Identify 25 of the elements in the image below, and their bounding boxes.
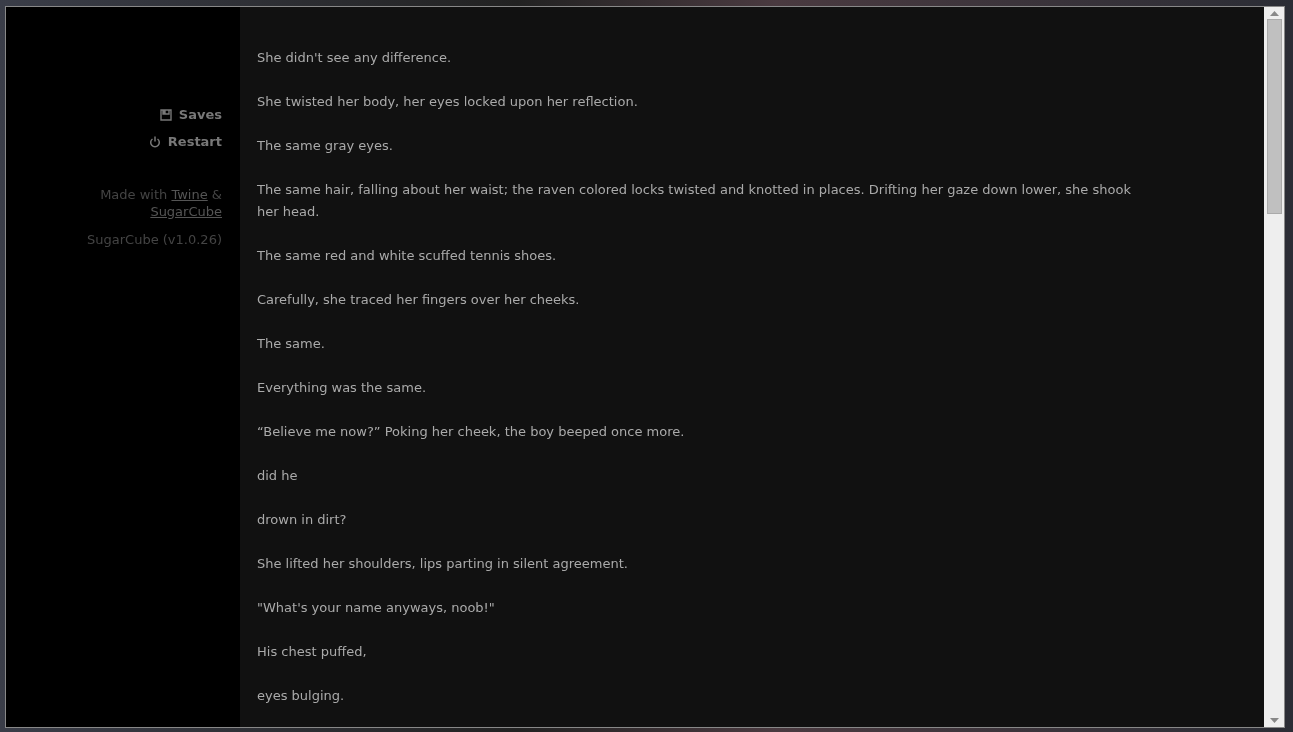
scroll-down-icon[interactable] (1269, 718, 1279, 723)
passage-paragraph: The same. (257, 335, 326, 353)
passage-paragraph: She twisted her body, her eyes locked upon her reflection. (257, 93, 639, 111)
scroll-up-icon[interactable] (1269, 11, 1279, 16)
credit-text: Made with Twine & SugarCube (99, 186, 222, 220)
credit-link[interactable]: Twine (171, 187, 208, 202)
passage-paragraph: "What's your name anyways, noob!" (257, 599, 496, 617)
passage-paragraph: Carefully, she traced her fingers over her cheeks. (257, 291, 581, 309)
passage-paragraph: The same hair, falling about her waist; the raven colored locks twisted and knotted in places. Drifting her gaze down lower, she shook her head. (257, 181, 1132, 221)
passage-paragraph: Everything was the same. (257, 379, 428, 397)
passage-paragraph: She lifted her shoulders, lips parting in silent agreement. (257, 555, 629, 573)
passage-paragraph: eyes bulging. (257, 687, 346, 705)
passage-paragraph: She didn't see any difference. (257, 49, 453, 67)
power-icon (148, 136, 161, 148)
restart-link[interactable]: Restart (148, 134, 222, 150)
scrollbar-thumb[interactable] (1266, 19, 1282, 214)
passage-paragraph: “Believe me now?” Poking her cheek, the boy beeped once more. (257, 423, 686, 441)
passage-paragraph: His chest puffed, (257, 643, 368, 661)
passage-paragraph: did he (257, 467, 299, 485)
passage-paragraph: drown in dirt? (257, 511, 348, 529)
credit-link[interactable]: SugarCube (150, 204, 222, 219)
passage-paragraph: The same red and white scuffed tennis shoes. (257, 247, 558, 265)
version-text: SugarCube (v1.0.26) (87, 231, 222, 248)
passage-paragraph: The same gray eyes. (257, 137, 394, 155)
saves-link[interactable]: Saves (159, 107, 222, 123)
